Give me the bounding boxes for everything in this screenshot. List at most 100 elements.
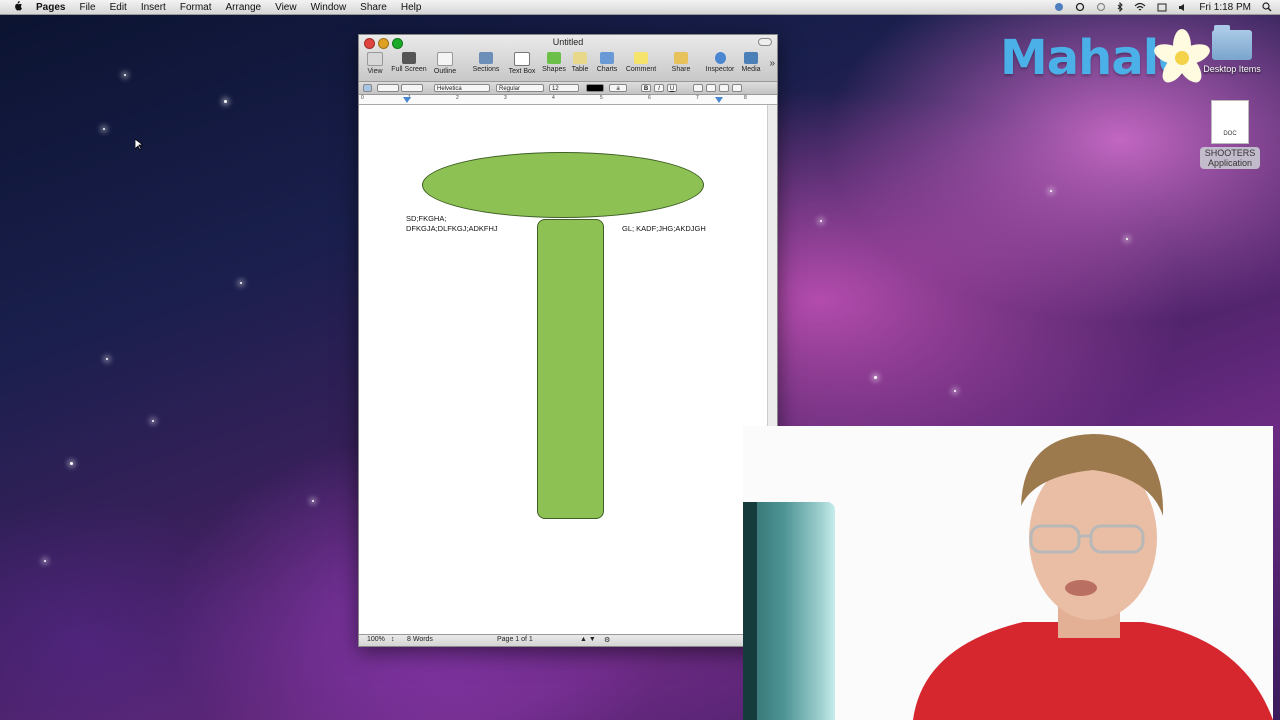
font-family-popup[interactable]: Helvetica — [434, 84, 490, 92]
window-title: Untitled — [552, 37, 584, 47]
toolbar-share-button[interactable]: Share — [669, 52, 693, 73]
menu-bar: Pages File Edit Insert Format Arrange Vi… — [0, 0, 1280, 15]
green-oval-shape[interactable] — [422, 152, 704, 218]
folder-icon — [1212, 25, 1252, 60]
document-label-line1: SHOOTERS — [1204, 148, 1256, 158]
text-block-left[interactable]: SD;FKGHA; DFKGJA;DLFKGJ;ADKFHJ — [406, 214, 498, 234]
highlight-color-well[interactable]: a — [609, 84, 627, 92]
star — [70, 462, 73, 465]
star — [124, 74, 126, 76]
star — [954, 390, 956, 392]
star — [106, 358, 108, 360]
menu-view[interactable]: View — [275, 2, 297, 13]
green-rounded-rectangle-shape[interactable] — [537, 219, 604, 519]
webcam-video-overlay — [743, 426, 1273, 720]
text-line: DFKGJA;DLFKGJ;ADKFHJ — [406, 224, 498, 233]
toolbar-shapes-button[interactable]: Shapes — [541, 52, 567, 73]
star — [44, 560, 46, 562]
inspector-icon — [714, 52, 726, 64]
underline-button[interactable]: U — [667, 84, 677, 92]
bluetooth-status-icon[interactable] — [1054, 2, 1064, 12]
star — [224, 100, 227, 103]
star — [103, 128, 105, 130]
ruler-label: 3 — [504, 95, 507, 101]
star — [240, 282, 242, 284]
spotlight-search-icon[interactable] — [1262, 2, 1272, 12]
menu-share[interactable]: Share — [360, 2, 387, 13]
menu-insert[interactable]: Insert — [141, 2, 166, 13]
text-line: SD;FKGHA; — [406, 214, 447, 223]
toolbar-media-button[interactable]: Media — [740, 52, 762, 73]
document-icon: DOC — [1211, 100, 1249, 144]
status-bar: 100% ↕ 8 Words Page 1 of 1 ▲ ▼ ⚙ — [359, 634, 777, 646]
bluetooth-icon[interactable] — [1117, 2, 1124, 12]
zoom-popup[interactable]: 100% — [367, 636, 385, 643]
menu-window[interactable]: Window — [311, 2, 347, 13]
menu-help[interactable]: Help — [401, 2, 422, 13]
styles-drawer-button[interactable] — [363, 84, 372, 92]
toolbar-textbox-button[interactable]: Text Box — [507, 52, 537, 75]
star — [1050, 190, 1052, 192]
text-color-well[interactable] — [586, 84, 604, 92]
apple-menu-icon[interactable] — [10, 0, 24, 14]
justify-button[interactable] — [732, 84, 742, 92]
character-style-popup[interactable] — [401, 84, 423, 92]
share-icon — [674, 52, 688, 64]
textbox-icon — [514, 52, 530, 66]
page-indicator: Page 1 of 1 — [497, 636, 533, 643]
sync-icon[interactable] — [1075, 2, 1085, 12]
menu-pages[interactable]: Pages — [36, 2, 65, 13]
font-style-popup[interactable]: Regular — [496, 84, 544, 92]
document-label-line2: Application — [1207, 158, 1253, 168]
toolbar-view-button[interactable]: View — [365, 52, 385, 75]
page-nav-arrows-icon[interactable]: ▲ ▼ — [580, 636, 596, 643]
monitor-prop — [743, 502, 835, 720]
gear-icon[interactable]: ⚙ — [604, 636, 610, 644]
paragraph-style-popup[interactable] — [377, 84, 399, 92]
text-block-right[interactable]: GL; KADF;JHG;AKDJGH — [622, 224, 706, 234]
toolbar-comment-button[interactable]: Comment — [624, 52, 658, 73]
window-titlebar[interactable]: Untitled View Full Screen Outline Sectio… — [359, 35, 777, 82]
word-count[interactable]: 8 Words — [407, 636, 433, 643]
stepper-arrows-icon[interactable]: ↕ — [391, 636, 395, 643]
align-right-button[interactable] — [719, 84, 729, 92]
toolbar-fullscreen-button[interactable]: Full Screen — [391, 52, 427, 73]
menu-file[interactable]: File — [79, 2, 95, 13]
menu-format[interactable]: Format — [180, 2, 212, 13]
star — [820, 220, 822, 222]
ruler-label: 7 — [696, 95, 699, 101]
sections-icon — [479, 52, 493, 64]
toolbar-overflow-chevron-icon[interactable]: » — [769, 58, 775, 69]
menu-arrange[interactable]: Arrange — [226, 2, 262, 13]
star — [312, 500, 314, 502]
right-indent-marker-icon[interactable] — [715, 97, 723, 104]
menu-edit[interactable]: Edit — [110, 2, 127, 13]
ruler-label: 5 — [600, 95, 603, 101]
toolbar-toggle-button[interactable] — [758, 38, 772, 46]
italic-button[interactable]: I — [654, 84, 664, 92]
left-indent-marker-icon[interactable] — [403, 97, 411, 104]
volume-icon[interactable] — [1178, 3, 1188, 12]
toolbar-table-button[interactable]: Table — [570, 52, 590, 73]
desktop-items-folder[interactable]: Desktop Items — [1200, 25, 1264, 74]
toolbar-outline-button[interactable]: Outline — [431, 52, 459, 75]
bold-button[interactable]: B — [641, 84, 651, 92]
document-page[interactable]: SD;FKGHA; DFKGJA;DLFKGJ;ADKFHJ GL; KADF;… — [359, 105, 767, 635]
folder-label: Desktop Items — [1203, 64, 1261, 74]
font-size-field[interactable]: 12 — [549, 84, 579, 92]
align-center-button[interactable] — [706, 84, 716, 92]
display-icon[interactable] — [1157, 3, 1167, 12]
toolbar-inspector-button[interactable]: Inspector — [704, 52, 736, 73]
shapes-icon — [547, 52, 561, 64]
clock[interactable]: Fri 1:18 PM — [1199, 2, 1251, 13]
align-left-button[interactable] — [693, 84, 703, 92]
presenter-person-image — [913, 434, 1273, 720]
format-bar: Helvetica Regular 12 a B I U — [359, 82, 777, 95]
toolbar-charts-button[interactable]: Charts — [595, 52, 619, 73]
star — [874, 376, 877, 379]
time-machine-icon[interactable] — [1096, 2, 1106, 12]
toolbar-sections-button[interactable]: Sections — [471, 52, 501, 73]
ruler[interactable]: 0 1 2 3 4 5 6 7 8 — [359, 95, 777, 105]
shooters-document[interactable]: DOC SHOOTERS Application — [1200, 100, 1260, 169]
wifi-icon[interactable] — [1134, 2, 1146, 12]
